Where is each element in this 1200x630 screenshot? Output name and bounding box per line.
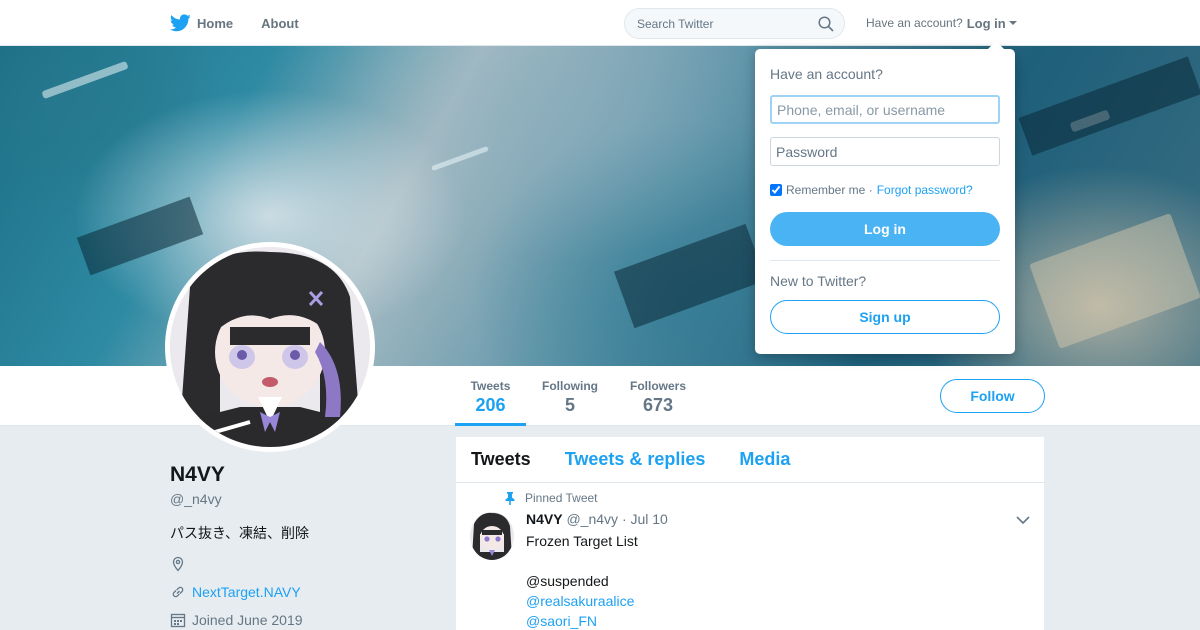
about-label: About xyxy=(261,15,299,31)
stat-value: 673 xyxy=(642,395,674,415)
banner-texture xyxy=(1018,56,1200,156)
twitter-bird-icon xyxy=(170,14,191,32)
forgot-password-link[interactable]: Forgot password? xyxy=(877,183,973,197)
location-pin-icon xyxy=(172,556,184,572)
timeline: Tweets Tweets & replies Media Pinned Twe… xyxy=(456,437,1044,630)
banner-texture xyxy=(430,145,490,172)
profile-bio: パス抜き、凍結、削除 xyxy=(170,525,310,541)
stat-label: Followers xyxy=(629,379,686,393)
tweet-line: @suspended xyxy=(526,573,609,589)
avatar-illustration xyxy=(170,247,370,447)
signup-button[interactable]: Sign up xyxy=(770,300,1000,334)
remember-row: Remember me · Forgot password? xyxy=(770,183,973,197)
tweet-avatar[interactable] xyxy=(470,512,514,560)
tweet-author-handle[interactable]: @_n4vy xyxy=(566,511,618,527)
username-field[interactable] xyxy=(770,95,1000,124)
search-box xyxy=(624,8,845,39)
mention-link[interactable]: @realsakuraalice xyxy=(526,591,638,611)
login-dropdown-title: Have an account? xyxy=(770,66,883,82)
pinned-label: Pinned Tweet xyxy=(525,491,598,505)
pinned-indicator: Pinned Tweet xyxy=(504,491,598,505)
stat-label: Following xyxy=(542,379,598,393)
home-link[interactable]: Home xyxy=(170,14,233,32)
tweet-avatar-illustration xyxy=(470,512,514,560)
login-dropdown: Have an account? Remember me · Forgot pa… xyxy=(755,41,1015,354)
joined-date: Joined June 2019 xyxy=(192,612,303,628)
tweet-header: N4VY @_n4vy · Jul 10 xyxy=(526,511,668,527)
login-toggle: Have an account? Log in xyxy=(866,0,1017,46)
pin-icon xyxy=(505,492,515,505)
banner-texture xyxy=(1029,213,1200,349)
mention-link[interactable]: @saori_FN xyxy=(526,611,638,630)
have-account-text: Have an account? xyxy=(866,16,963,30)
stat-followers[interactable]: Followers 673 xyxy=(623,366,693,426)
avatar-image xyxy=(170,247,370,447)
timeline-tabs: Tweets Tweets & replies Media xyxy=(456,437,1044,483)
profile-name[interactable]: N4VY xyxy=(170,463,225,487)
divider xyxy=(770,260,1000,261)
tweet-text: Frozen Target List @suspended @realsakur… xyxy=(526,531,638,630)
website-link[interactable]: NextTarget.NAVY xyxy=(192,584,301,600)
home-label: Home xyxy=(197,15,234,31)
tweet-line: Frozen Target List xyxy=(526,533,638,549)
banner-texture xyxy=(41,60,129,100)
top-navigation: Home About Have an account? Log in xyxy=(0,0,1200,46)
tweet-date[interactable]: · Jul 10 xyxy=(622,511,668,527)
nav-left: Home About xyxy=(170,0,327,46)
about-link[interactable]: About xyxy=(261,16,299,31)
search-icon[interactable] xyxy=(818,16,834,32)
new-to-twitter-text: New to Twitter? xyxy=(770,273,867,289)
tab-tweets[interactable]: Tweets xyxy=(471,449,531,470)
password-field[interactable] xyxy=(770,137,1000,166)
stat-following[interactable]: Following 5 xyxy=(535,366,605,426)
banner-texture xyxy=(613,223,767,329)
search-input[interactable] xyxy=(637,16,807,31)
stat-label: Tweets xyxy=(470,379,511,393)
profile-handle[interactable]: @_n4vy xyxy=(170,491,222,507)
profile-joined: Joined June 2019 xyxy=(170,612,303,628)
profile-avatar[interactable] xyxy=(165,242,375,452)
remember-me-label[interactable]: Remember me · xyxy=(786,183,873,197)
login-dropdown-toggle[interactable]: Log in xyxy=(967,16,1006,31)
stat-tweets[interactable]: Tweets 206 xyxy=(455,366,526,426)
link-icon xyxy=(172,586,184,598)
tweet-author-name[interactable]: N4VY xyxy=(526,511,563,527)
stat-value: 206 xyxy=(475,395,506,415)
caret-down-icon[interactable] xyxy=(1008,21,1017,25)
chevron-down-icon[interactable] xyxy=(1016,516,1030,525)
banner-texture xyxy=(76,196,204,276)
stat-value: 5 xyxy=(564,395,575,415)
tab-media[interactable]: Media xyxy=(739,449,790,470)
follow-button[interactable]: Follow xyxy=(940,379,1045,413)
profile-location xyxy=(170,556,192,572)
login-button[interactable]: Log in xyxy=(770,212,1000,246)
tab-tweets-and-replies[interactable]: Tweets & replies xyxy=(565,449,706,470)
profile-website: NextTarget.NAVY xyxy=(170,584,301,600)
remember-me-checkbox[interactable] xyxy=(770,184,782,196)
calendar-icon xyxy=(170,613,186,628)
